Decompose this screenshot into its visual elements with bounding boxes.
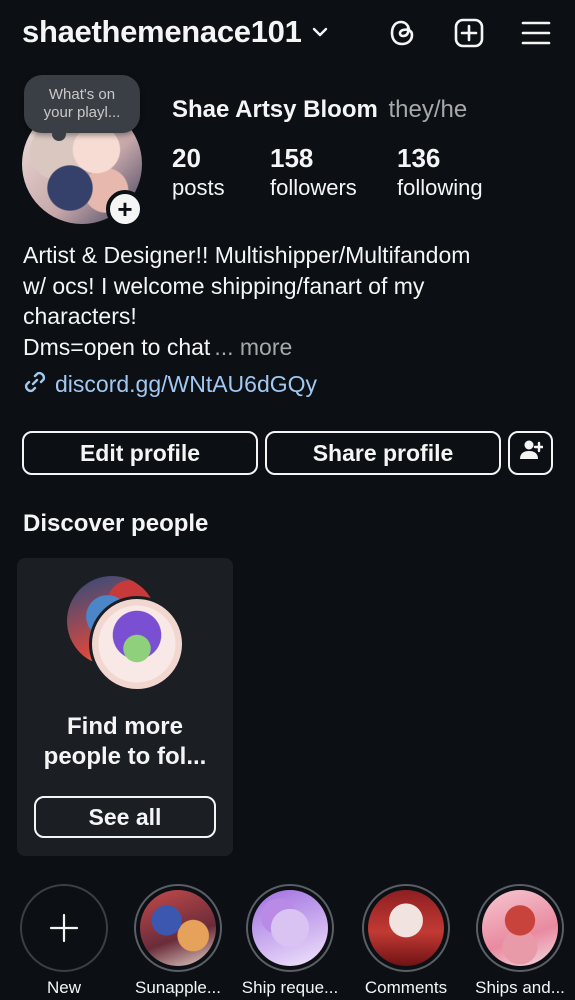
followers-label: followers — [270, 175, 357, 200]
menu-icon[interactable] — [519, 16, 553, 50]
display-name-row: Shae Artsy Bloom they/he — [172, 96, 467, 124]
highlight-label: Ship reque... — [241, 978, 339, 997]
highlight-cover — [482, 890, 558, 966]
see-all-button[interactable]: See all — [34, 796, 216, 838]
add-person-icon — [519, 439, 544, 467]
highlight-ring — [476, 884, 564, 972]
highlight-item[interactable]: Ships and... — [474, 884, 566, 998]
edit-profile-button[interactable]: Edit profile — [22, 431, 258, 475]
highlight-cover — [252, 890, 328, 966]
stat-posts[interactable]: 20 posts — [172, 143, 225, 203]
stat-followers[interactable]: 158 followers — [270, 143, 357, 203]
highlight-label: New — [46, 978, 81, 997]
pronouns: they/he — [388, 96, 468, 123]
bio: Artist & Designer!! Multishipper/Multifa… — [23, 240, 558, 362]
posts-count: 20 — [172, 143, 201, 173]
note-line1: What's on — [48, 86, 116, 103]
new-post-icon[interactable] — [452, 16, 486, 50]
add-story-icon[interactable]: + — [106, 190, 144, 228]
bio-line-last: Dms=open to chat... more — [23, 332, 558, 363]
profile-link[interactable]: discord.gg/WNtAU6dGQy — [23, 370, 317, 399]
highlight-new[interactable]: New — [18, 884, 110, 998]
link-text: discord.gg/WNtAU6dGQy — [55, 371, 318, 397]
discover-card: Find more people to fol... See all — [17, 558, 233, 856]
highlight-item[interactable]: Comments — [360, 884, 452, 998]
bio-line: characters! — [23, 303, 137, 329]
bio-line: Artist & Designer!! Multishipper/Multifa… — [23, 242, 471, 268]
bio-more-link[interactable]: ... more — [214, 334, 292, 360]
highlight-label: Sunapple... — [134, 978, 221, 997]
threads-icon[interactable] — [386, 16, 420, 50]
discover-card-text: Find more people to fol... — [17, 712, 233, 772]
display-name: Shae Artsy Bloom — [172, 96, 378, 123]
note-line2: your playl... — [43, 104, 121, 121]
highlight-cover — [368, 890, 444, 966]
following-label: following — [397, 175, 483, 200]
highlight-label: Comments — [364, 978, 448, 997]
bio-line4: Dms=open to chat — [23, 333, 211, 360]
chevron-down-icon — [312, 25, 328, 43]
card-line2: people to fol... — [43, 743, 207, 770]
highlight-ring — [134, 884, 222, 972]
highlight-ring — [362, 884, 450, 972]
profile-page: shaethemenace101 + What's on your playl.… — [0, 0, 575, 1000]
link-icon — [23, 370, 47, 399]
share-profile-button[interactable]: Share profile — [265, 431, 501, 475]
followers-count: 158 — [270, 143, 314, 173]
highlight-ring — [246, 884, 334, 972]
posts-label: posts — [172, 175, 225, 200]
suggested-avatar — [89, 596, 185, 692]
note-bubble[interactable]: What's on your playl... — [24, 75, 140, 141]
plus-icon — [20, 884, 108, 972]
username: shaethemenace101 — [22, 14, 302, 49]
bio-line: w/ ocs! I welcome shipping/fanart of my — [23, 272, 425, 299]
following-count: 136 — [397, 143, 441, 173]
discover-title: Discover people — [23, 510, 209, 537]
highlight-label: Ships and... — [475, 978, 565, 997]
highlight-cover — [140, 890, 216, 966]
discover-people-button[interactable] — [508, 431, 553, 475]
account-switcher[interactable]: shaethemenace101 — [22, 14, 328, 50]
card-line1: Find more — [66, 713, 183, 740]
stat-following[interactable]: 136 following — [397, 143, 483, 203]
top-bar: shaethemenace101 — [0, 0, 575, 72]
highlight-item[interactable]: Ship reque... — [242, 884, 338, 998]
highlight-item[interactable]: Sunapple... — [132, 884, 224, 998]
